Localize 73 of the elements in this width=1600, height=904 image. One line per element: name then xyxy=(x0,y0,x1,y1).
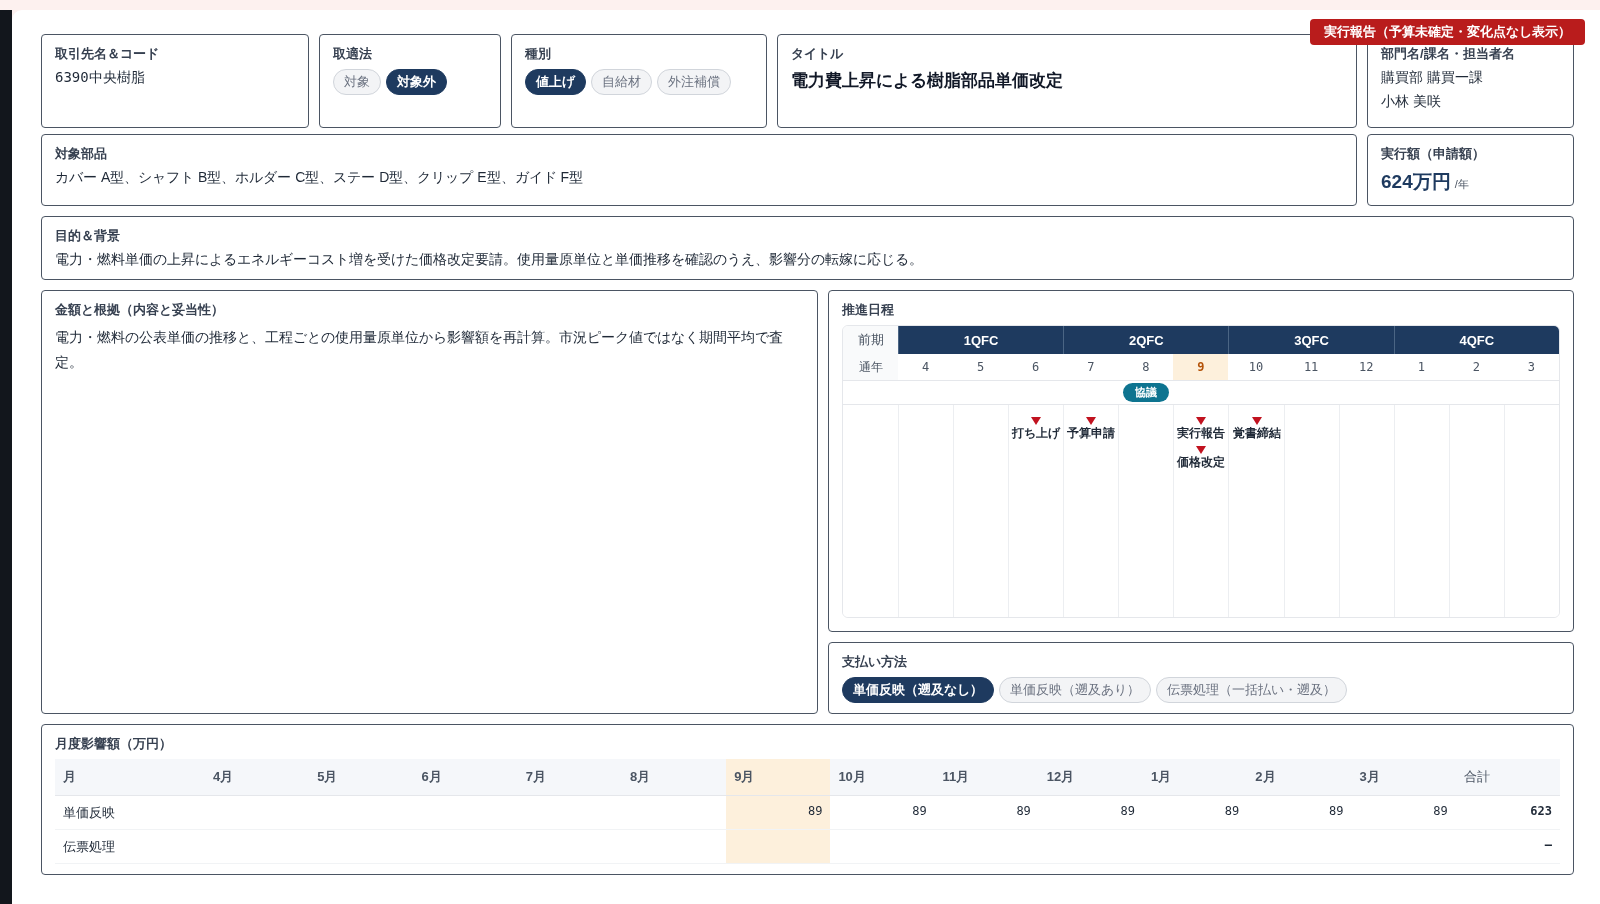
option-chip[interactable]: 外注補償 xyxy=(657,69,731,95)
table-cell: 89 xyxy=(1247,796,1352,830)
milestone-label: 実行報告 xyxy=(1177,425,1226,442)
milestone-icon xyxy=(1196,417,1207,425)
column-header: 3月 xyxy=(1351,759,1456,796)
column-header: 8月 xyxy=(621,759,727,796)
quarter-header: 3QFC xyxy=(1228,326,1394,354)
column-header: 合計 xyxy=(1455,759,1560,796)
column-header: 9月 xyxy=(726,759,831,796)
option-chip[interactable]: 対象 xyxy=(333,69,381,95)
column-header: 5月 xyxy=(309,759,414,796)
total-cell: – xyxy=(1455,830,1560,864)
parts-value: カバー A型、シャフト B型、ホルダー C型、ステー D型、クリップ E型、ガイド F型 xyxy=(55,169,585,187)
field-label: 目的＆背景 xyxy=(55,227,121,245)
purpose-text: 電力・燃料単価の上昇によるエネルギーコスト増を受けた価格改定要請。使用量原単位と単価推移を確認のうえ、影響分の転嫁に応じる。 xyxy=(55,251,924,269)
amount-unit: /年 xyxy=(1454,177,1469,192)
column-header: 1月 xyxy=(1143,759,1248,796)
status-badge: 実行報告（予算未確定・変化点なし表示） xyxy=(1310,19,1585,45)
total-cell: 623 xyxy=(1455,796,1560,830)
quarter-header: 1QFC xyxy=(898,326,1064,354)
milestone-icon xyxy=(1031,417,1042,425)
milestone-label: 予算申請 xyxy=(1067,425,1116,442)
column-header: 2月 xyxy=(1247,759,1352,796)
milestone-icon xyxy=(1196,446,1207,454)
table-cell: 89 xyxy=(1143,796,1248,830)
amount-value: 624万円 xyxy=(1381,170,1451,194)
table-cell: 89 xyxy=(1038,796,1144,830)
option-chip[interactable]: 対象外 xyxy=(386,69,447,95)
column-header: 7月 xyxy=(517,759,622,796)
column-header: 11月 xyxy=(934,759,1039,796)
basis-text: 電力・燃料の公表単価の推移と、工程ごとの使用量原単位から影響額を再計算。市況ピーク値ではなく期間平均で査定。 xyxy=(55,328,784,372)
department-value: 小林 美咲 xyxy=(1381,93,1442,111)
quarter-header: 2QFC xyxy=(1063,326,1229,354)
row-label: 伝票処理 xyxy=(55,830,205,864)
supplier-value: 6390中央樹脂 xyxy=(55,69,146,87)
field-label: 推進日程 xyxy=(842,301,895,319)
table-cell: 89 xyxy=(934,796,1039,830)
field-label: 金額と根拠（内容と妥当性） xyxy=(55,301,225,319)
milestone-label: 打ち上げ xyxy=(1012,425,1061,442)
table-cell: 89 xyxy=(726,796,831,830)
field-label: 取引先名＆コード xyxy=(55,45,160,63)
milestone-icon xyxy=(1251,417,1262,425)
option-chip[interactable]: 自給材 xyxy=(591,69,652,95)
column-header: 月 xyxy=(55,759,205,796)
column-header: 12月 xyxy=(1038,759,1144,796)
field-label: 対象部品 xyxy=(55,145,108,163)
field-label: 支払い方法 xyxy=(842,653,908,671)
option-chip[interactable]: 単価反映（遡及あり） xyxy=(999,677,1151,703)
column-header: 6月 xyxy=(413,759,518,796)
title-value: 電力費上昇による樹脂部品単価改定 xyxy=(791,70,1064,92)
year-label: 通年 xyxy=(843,354,898,381)
field-label: 月度影響額（万円） xyxy=(55,735,173,753)
half-label: 前期 xyxy=(843,326,898,354)
column-header: 10月 xyxy=(830,759,935,796)
option-chip[interactable]: 値上げ xyxy=(525,69,586,95)
column-header: 4月 xyxy=(205,759,310,796)
milestone-label: 覚書締結 xyxy=(1232,425,1281,442)
field-label: 実行額（申請額） xyxy=(1381,145,1486,163)
milestone-label: 価格改定 xyxy=(1177,454,1226,471)
field-label: 部門名/課名・担当者名 xyxy=(1381,45,1516,63)
table-cell: 89 xyxy=(1351,796,1456,830)
phase-pill: 協議 xyxy=(1122,383,1169,402)
milestone-icon xyxy=(1086,417,1097,425)
option-chip[interactable]: 単価反映（遡及なし） xyxy=(842,677,994,703)
field-label: 取適法 xyxy=(333,45,373,63)
field-label: タイトル xyxy=(791,45,844,63)
field-label: 種別 xyxy=(525,45,552,63)
quarter-header: 4QFC xyxy=(1393,326,1559,354)
month-cell: 9 xyxy=(1173,354,1229,381)
table-cell: 89 xyxy=(830,796,935,830)
department-value: 購買部 購買一課 xyxy=(1381,69,1484,87)
option-chip[interactable]: 伝票処理（一括払い・遡及） xyxy=(1156,677,1347,703)
row-label: 単価反映 xyxy=(55,796,205,830)
